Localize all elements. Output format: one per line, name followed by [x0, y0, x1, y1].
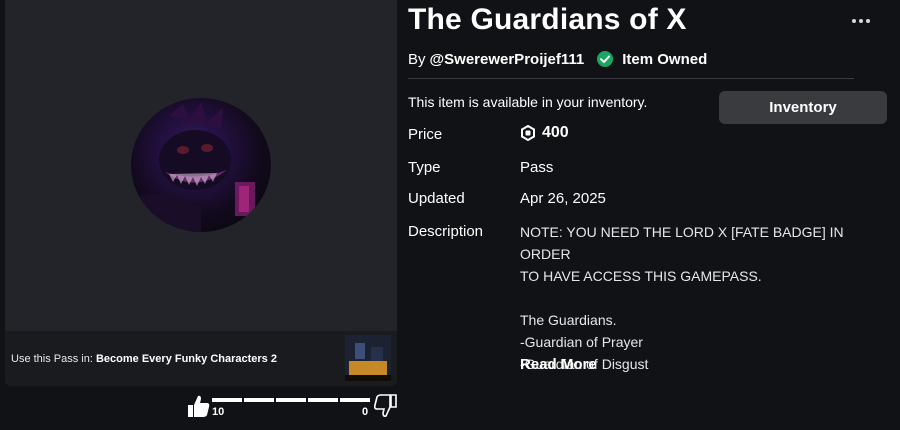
item-details-page: Use this Pass in: Become Every Funky Cha… [0, 0, 900, 430]
use-in-game-text: Use this Pass in: Become Every Funky Cha… [11, 353, 277, 365]
robux-icon [521, 125, 535, 141]
vote-bar-segment [338, 398, 340, 402]
description-text: NOTE: YOU NEED THE LORD X [FATE BADGE] I… [520, 221, 890, 375]
use-in-game-prefix: Use this Pass in: [11, 352, 96, 365]
updated-label: Updated [408, 190, 465, 207]
creator-name-link[interactable]: @SwerewerProijef111 [430, 51, 585, 68]
vote-row: 10 0 [186, 393, 398, 423]
type-value: Pass [520, 159, 554, 176]
description-label: Description [408, 223, 484, 240]
description-line: TO HAVE ACCESS THIS GAMEPASS. [520, 268, 762, 284]
game-name-link[interactable]: Become Every Funky Characters 2 [96, 353, 277, 365]
description-line: The Guardians. [520, 312, 617, 328]
price-label: Price [408, 126, 443, 143]
item-title: The Guardians of X [408, 3, 687, 36]
price-value: 400 [520, 124, 569, 142]
more-options-dot [866, 19, 870, 23]
inventory-button[interactable]: Inventory [719, 91, 887, 124]
updated-value: Apr 26, 2025 [520, 190, 606, 207]
creator-row: By @SwerewerProijef111 Item Owned [408, 49, 707, 69]
description-line: -Guardian of Prayer [520, 334, 643, 350]
more-options-dot [859, 19, 863, 23]
thumbs-up-icon[interactable] [186, 393, 210, 419]
use-in-game-bar[interactable]: Use this Pass in: Become Every Funky Cha… [5, 331, 397, 386]
game-thumbnail[interactable] [345, 335, 391, 381]
item-media-panel: Use this Pass in: Become Every Funky Cha… [5, 0, 397, 386]
check-circle-icon [597, 51, 614, 67]
upvote-count: 10 [212, 406, 225, 418]
game-thumbnail-art [345, 335, 391, 381]
vote-ratio-bar [212, 398, 370, 402]
read-more-link[interactable]: Read More [520, 356, 597, 373]
type-label: Type [408, 159, 441, 176]
description-line [520, 287, 890, 309]
vote-bar-segment [242, 398, 244, 402]
thumbs-down-icon[interactable] [374, 393, 398, 419]
availability-text: This item is available in your inventory… [408, 94, 648, 110]
price-amount: 400 [542, 124, 569, 141]
creator-prefix: By [408, 50, 426, 68]
more-options-icon[interactable] [852, 19, 870, 25]
item-thumbnail-art [131, 102, 255, 232]
vote-bar-segment [306, 398, 308, 402]
item-thumbnail [131, 98, 271, 232]
vote-bar-segment [274, 398, 276, 402]
owned-status: Item Owned [622, 50, 708, 68]
more-options-dot [852, 19, 856, 23]
header-divider [408, 78, 854, 79]
description-line: NOTE: YOU NEED THE LORD X [FATE BADGE] I… [520, 224, 844, 262]
downvote-count: 0 [362, 406, 369, 418]
